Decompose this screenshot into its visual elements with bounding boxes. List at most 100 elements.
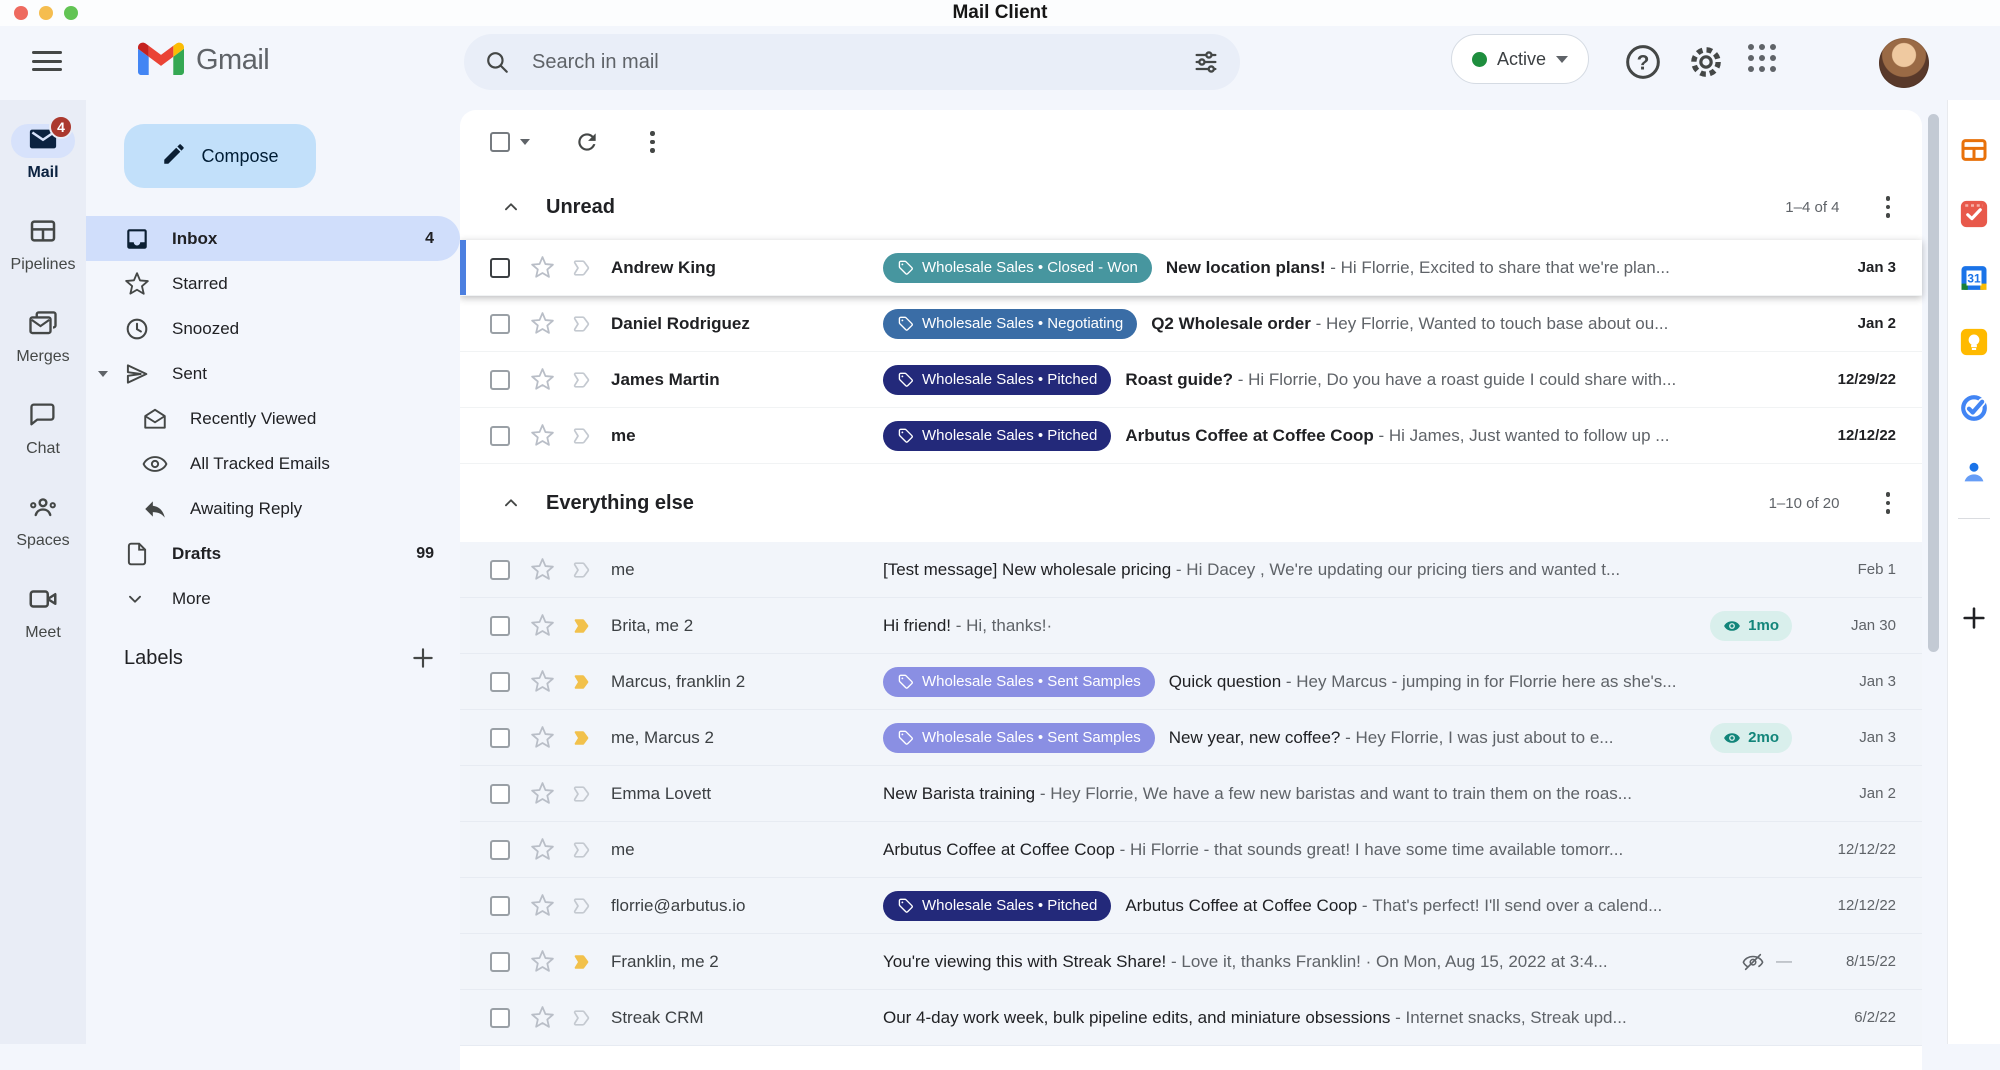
email-row[interactable]: Emma Lovett New Barista training - Hey F… bbox=[460, 766, 1922, 822]
contacts-icon[interactable] bbox=[1958, 456, 1990, 488]
importance-marker-outline-icon[interactable] bbox=[571, 256, 595, 280]
importance-marker-icon[interactable] bbox=[571, 670, 595, 694]
row-checkbox[interactable] bbox=[490, 616, 510, 636]
email-row[interactable]: me, Marcus 2 Wholesale Sales • Sent Samp… bbox=[460, 710, 1922, 766]
sidebar-item-starred[interactable]: Starred bbox=[86, 261, 460, 306]
star-icon[interactable] bbox=[530, 781, 555, 806]
section-more-icon[interactable] bbox=[1880, 194, 1897, 220]
importance-marker-outline-icon[interactable] bbox=[571, 782, 595, 806]
star-icon[interactable] bbox=[530, 423, 555, 448]
calendar-icon[interactable]: 31 bbox=[1958, 262, 1990, 294]
email-row[interactable]: me Wholesale Sales • Pitched Arbutus Cof… bbox=[460, 408, 1922, 464]
rail-item-merges[interactable]: Merges bbox=[0, 308, 86, 366]
search-icon[interactable] bbox=[484, 49, 510, 75]
pipeline-stage-badge[interactable]: Wholesale Sales • Sent Samples bbox=[883, 667, 1155, 697]
row-checkbox[interactable] bbox=[490, 672, 510, 692]
email-row[interactable]: me [Test message] New wholesale pricing … bbox=[460, 542, 1922, 598]
streak-pipelines-icon[interactable] bbox=[1958, 134, 1990, 166]
sidebar-item-all-tracked-emails[interactable]: All Tracked Emails bbox=[86, 441, 460, 486]
select-all-checkbox[interactable] bbox=[490, 132, 510, 152]
star-icon[interactable] bbox=[530, 837, 555, 862]
sidebar-item-inbox[interactable]: Inbox 4 bbox=[86, 216, 460, 261]
section-more-icon[interactable] bbox=[1880, 490, 1897, 516]
collapse-section-icon[interactable] bbox=[500, 492, 522, 514]
row-checkbox[interactable] bbox=[490, 314, 510, 334]
star-icon[interactable] bbox=[530, 669, 555, 694]
importance-marker-outline-icon[interactable] bbox=[571, 424, 595, 448]
email-row[interactable]: florrie@arbutus.io Wholesale Sales • Pit… bbox=[460, 878, 1922, 934]
google-apps-grid-icon[interactable] bbox=[1748, 44, 1776, 72]
row-checkbox[interactable] bbox=[490, 896, 510, 916]
search-input[interactable] bbox=[530, 50, 1192, 75]
star-icon[interactable] bbox=[530, 613, 555, 638]
tasks-icon[interactable] bbox=[1958, 392, 1990, 424]
star-icon[interactable] bbox=[530, 557, 555, 582]
star-icon[interactable] bbox=[530, 893, 555, 918]
email-row[interactable]: Daniel Rodriguez Wholesale Sales • Negot… bbox=[460, 296, 1922, 352]
select-dropdown-icon[interactable] bbox=[520, 139, 530, 145]
importance-marker-outline-icon[interactable] bbox=[571, 1006, 595, 1030]
expander-caret-icon[interactable] bbox=[98, 371, 114, 377]
help-icon[interactable]: ? bbox=[1623, 42, 1663, 82]
row-checkbox[interactable] bbox=[490, 560, 510, 580]
pipeline-stage-badge[interactable]: Wholesale Sales • Pitched bbox=[883, 891, 1111, 921]
email-row[interactable]: Brita, me 2 Hi friend! - Hi, thanks!· 1m… bbox=[460, 598, 1922, 654]
view-tracking-badge[interactable]: 1mo bbox=[1710, 611, 1792, 641]
row-checkbox[interactable] bbox=[490, 370, 510, 390]
importance-marker-outline-icon[interactable] bbox=[571, 894, 595, 918]
rail-item-pipelines[interactable]: Pipelines bbox=[0, 216, 86, 274]
list-scrollbar[interactable] bbox=[1928, 114, 1939, 652]
search-options-icon[interactable] bbox=[1192, 48, 1220, 76]
streak-mail-check-icon[interactable] bbox=[1958, 198, 1990, 230]
importance-marker-outline-icon[interactable] bbox=[571, 312, 595, 336]
rail-item-mail[interactable]: 4 Mail bbox=[0, 124, 86, 182]
star-icon[interactable] bbox=[530, 1005, 555, 1030]
add-label-icon[interactable] bbox=[410, 645, 436, 671]
email-row[interactable]: Streak CRM Our 4-day work week, bulk pip… bbox=[460, 990, 1922, 1046]
pipeline-stage-badge[interactable]: Wholesale Sales • Sent Samples bbox=[883, 723, 1155, 753]
email-row[interactable]: James Martin Wholesale Sales • Pitched R… bbox=[460, 352, 1922, 408]
row-checkbox[interactable] bbox=[490, 840, 510, 860]
rail-item-chat[interactable]: Chat bbox=[0, 400, 86, 458]
refresh-icon[interactable] bbox=[574, 129, 600, 155]
main-menu-icon[interactable] bbox=[32, 48, 62, 74]
pipeline-stage-badge[interactable]: Wholesale Sales • Closed - Won bbox=[883, 253, 1152, 283]
search-bar[interactable] bbox=[464, 34, 1240, 90]
importance-marker-icon[interactable] bbox=[571, 614, 595, 638]
compose-button[interactable]: Compose bbox=[124, 124, 316, 188]
star-icon[interactable] bbox=[530, 725, 555, 750]
sidebar-item-sent[interactable]: Sent bbox=[86, 351, 460, 396]
row-checkbox[interactable] bbox=[490, 426, 510, 446]
profile-avatar[interactable] bbox=[1879, 38, 1929, 88]
row-checkbox[interactable] bbox=[490, 1008, 510, 1028]
rail-item-spaces[interactable]: Spaces bbox=[0, 492, 86, 550]
email-row[interactable]: Franklin, me 2 You're viewing this with … bbox=[460, 934, 1922, 990]
sidebar-item-awaiting-reply[interactable]: Awaiting Reply bbox=[86, 486, 460, 531]
pipeline-stage-badge[interactable]: Wholesale Sales • Negotiating bbox=[883, 309, 1137, 339]
email-row[interactable]: Marcus, franklin 2 Wholesale Sales • Sen… bbox=[460, 654, 1922, 710]
row-checkbox[interactable] bbox=[490, 784, 510, 804]
importance-marker-outline-icon[interactable] bbox=[571, 838, 595, 862]
view-tracking-badge[interactable]: 2mo bbox=[1710, 723, 1792, 753]
star-icon[interactable] bbox=[530, 311, 555, 336]
importance-marker-icon[interactable] bbox=[571, 726, 595, 750]
sidebar-item-snoozed[interactable]: Snoozed bbox=[86, 306, 460, 351]
email-row[interactable]: me Arbutus Coffee at Coffee Coop - Hi Fl… bbox=[460, 822, 1922, 878]
email-row[interactable]: Andrew King Wholesale Sales • Closed - W… bbox=[460, 240, 1922, 296]
sidebar-item-recently-viewed[interactable]: Recently Viewed bbox=[86, 396, 460, 441]
keep-icon[interactable] bbox=[1958, 326, 1990, 358]
star-icon[interactable] bbox=[530, 949, 555, 974]
importance-marker-outline-icon[interactable] bbox=[571, 558, 595, 582]
row-checkbox[interactable] bbox=[490, 258, 510, 278]
status-dropdown[interactable]: Active bbox=[1451, 34, 1589, 84]
importance-marker-icon[interactable] bbox=[571, 950, 595, 974]
rail-item-meet[interactable]: Meet bbox=[0, 584, 86, 642]
pipeline-stage-badge[interactable]: Wholesale Sales • Pitched bbox=[883, 365, 1111, 395]
importance-marker-outline-icon[interactable] bbox=[571, 368, 595, 392]
star-icon[interactable] bbox=[530, 255, 555, 280]
sidebar-item-more[interactable]: More bbox=[86, 576, 460, 621]
row-checkbox[interactable] bbox=[490, 952, 510, 972]
collapse-section-icon[interactable] bbox=[500, 196, 522, 218]
sidebar-item-drafts[interactable]: Drafts 99 bbox=[86, 531, 460, 576]
star-icon[interactable] bbox=[530, 367, 555, 392]
